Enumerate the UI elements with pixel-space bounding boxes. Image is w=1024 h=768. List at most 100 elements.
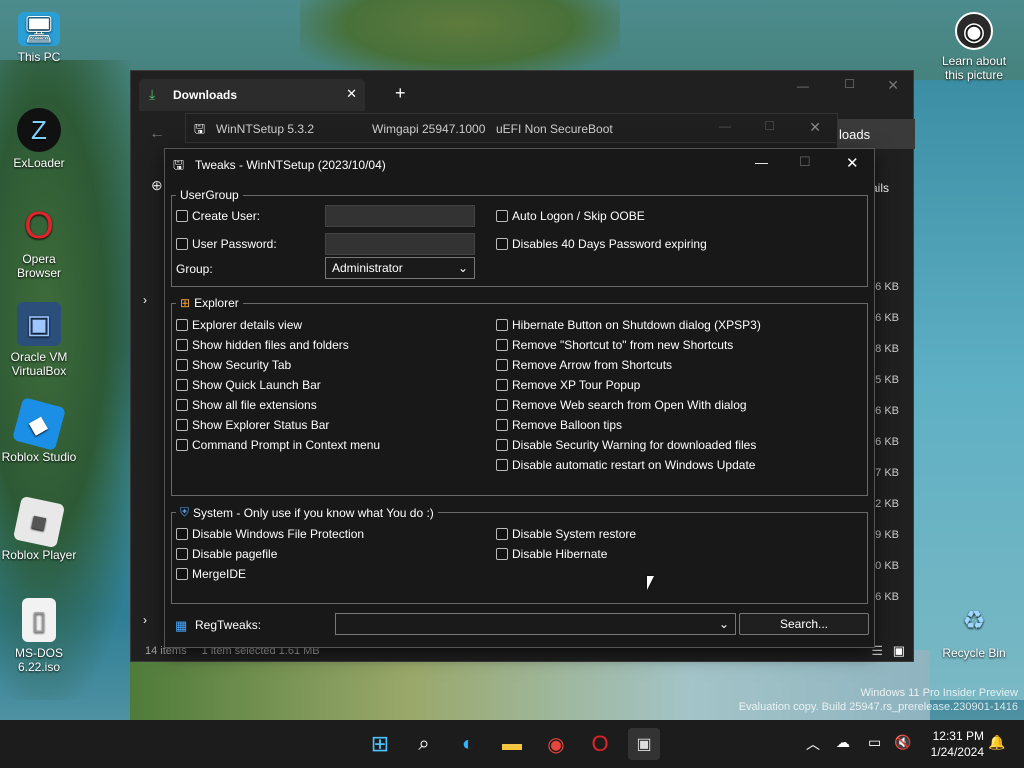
file-size: 9 KB — [875, 529, 899, 541]
group-label: Group: — [176, 262, 213, 276]
user-password-input[interactable] — [325, 233, 475, 255]
recycle-bin-icon: ♻ — [962, 605, 986, 635]
explorer-option[interactable]: Show Security Tab — [176, 358, 291, 372]
shield-icon: ⛨ — [180, 505, 190, 519]
monitor-icon: 🖥 — [18, 12, 60, 46]
minimize-icon[interactable]: — — [719, 119, 731, 133]
roblox-studio-icon: ◆ — [12, 397, 66, 451]
start-button[interactable]: ⊞ — [364, 728, 396, 760]
mouse-cursor-icon — [647, 576, 654, 590]
file-size: 5 KB — [875, 374, 899, 386]
disable-40days-checkbox[interactable]: Disables 40 Days Password expiring — [496, 237, 707, 251]
title-bar[interactable]: 🖫 Tweaks - WinNTSetup (2023/10/04) — ☐ ✕ — [165, 149, 874, 179]
explorer-option[interactable]: Remove Web search from Open With dialog — [496, 398, 747, 412]
registry-icon: ▦ — [175, 618, 188, 633]
create-user-checkbox[interactable]: Create User: — [176, 209, 260, 223]
file-size: 6 KB — [875, 405, 899, 417]
system-option[interactable]: Disable Hibernate — [496, 547, 607, 561]
regtweaks-select[interactable]: ⌄ — [335, 613, 736, 635]
desktop-icon-exloader[interactable]: Z ExLoader — [1, 108, 77, 170]
system-title: System - Only use if you know what You d… — [193, 505, 434, 520]
maximize-icon[interactable]: ☐ — [844, 77, 855, 91]
maximize-icon[interactable]: ☐ — [764, 119, 775, 133]
file-size: 6 KB — [875, 436, 899, 448]
system-option[interactable]: Disable System restore — [496, 527, 636, 541]
explorer-option[interactable]: Hibernate Button on Shutdown dialog (XPS… — [496, 318, 761, 332]
file-size: 2 KB — [875, 498, 899, 510]
clock[interactable]: 12:31 PM 1/24/2024 — [931, 728, 984, 760]
add-icon[interactable]: ⊕ — [151, 177, 163, 194]
file-explorer-icon[interactable]: ▬ — [496, 728, 528, 760]
explorer-option[interactable]: Remove XP Tour Popup — [496, 378, 640, 392]
taskbar: ⊞ ⌕ ◐ ▬ ◉ O ▣ ︿ ☁ ▭ 🔇 12:31 PM 1/24/2024… — [0, 720, 1024, 768]
file-size: 8 KB — [875, 343, 899, 355]
volume-muted-icon[interactable]: 🔇 — [894, 734, 911, 751]
explorer-option[interactable]: Show Quick Launch Bar — [176, 378, 321, 392]
edge-icon[interactable]: ◐ — [452, 728, 484, 760]
network-icon[interactable]: ▭ — [868, 734, 881, 751]
windows-watermark: Windows 11 Pro Insider Preview Evaluatio… — [738, 687, 1018, 713]
download-icon: ⤓ — [149, 86, 156, 102]
file-size: 6 KB — [875, 281, 899, 293]
tiles-view-icon[interactable]: ▣ — [893, 643, 905, 659]
explorer-option[interactable]: Disable Security Warning for downloaded … — [496, 438, 756, 452]
explorer-option[interactable]: Show Explorer Status Bar — [176, 418, 329, 432]
minimize-button[interactable]: — — [755, 155, 768, 170]
explorer-option[interactable]: Remove "Shortcut to" from new Shortcuts — [496, 338, 733, 352]
desktop-icon-opera[interactable]: O Opera Browser — [1, 204, 77, 280]
minimize-icon[interactable]: — — [797, 79, 809, 93]
maximize-button[interactable]: ☐ — [799, 154, 811, 170]
system-option[interactable]: Disable Windows File Protection — [176, 527, 364, 541]
group-select[interactable]: Administrator ⌄ — [325, 257, 475, 279]
explorer-option[interactable]: Show hidden files and folders — [176, 338, 349, 352]
winntsetup-window[interactable]: 🖫 WinNTSetup 5.3.2 Wimgapi 25947.1000 uE… — [185, 113, 838, 143]
chevron-up-icon[interactable]: ︿ — [806, 734, 820, 754]
expand-chevron-icon[interactable]: › — [143, 293, 147, 307]
notification-bell-icon[interactable]: 🔔 — [988, 734, 1005, 751]
explorer-option[interactable]: Remove Balloon tips — [496, 418, 622, 432]
close-button[interactable]: ✕ — [846, 154, 859, 172]
desktop-icon-this-pc[interactable]: 🖥 This PC — [1, 12, 77, 64]
explorer-option[interactable]: Explorer details view — [176, 318, 302, 332]
desktop-icon-recycle-bin[interactable]: ♻ Recycle Bin — [936, 598, 1012, 660]
close-tab-icon[interactable]: ✕ — [346, 86, 357, 102]
desktop-icon-roblox-player[interactable]: ■ Roblox Player — [1, 495, 77, 562]
regtweaks-label: RegTweaks: — [195, 618, 262, 632]
expand-chevron-icon-2[interactable]: › — [143, 613, 147, 627]
auto-logon-checkbox[interactable]: Auto Logon / Skip OOBE — [496, 209, 645, 223]
new-tab-button[interactable]: + — [395, 83, 406, 104]
usergroup-title: UserGroup — [176, 188, 243, 202]
camera-icon: ◉ — [955, 12, 993, 50]
system-option[interactable]: Disable pagefile — [176, 547, 277, 561]
user-password-checkbox[interactable]: User Password: — [176, 237, 277, 251]
file-size: 6 KB — [875, 591, 899, 603]
chrome-icon[interactable]: ◉ — [540, 728, 572, 760]
file-size: 0 KB — [875, 560, 899, 572]
opera-taskbar-icon[interactable]: O — [584, 728, 616, 760]
create-user-input[interactable] — [325, 205, 475, 227]
explorer-option[interactable]: Command Prompt in Context menu — [176, 438, 380, 452]
cloud-offline-icon[interactable]: ☁ — [836, 734, 850, 751]
search-icon[interactable]: ⌕ — [408, 728, 440, 760]
desktop-icon-msdos-iso[interactable]: ▯ MS-DOS 6.22.iso — [1, 598, 77, 674]
windows-flag-icon: ⊞ — [180, 296, 191, 310]
system-option[interactable]: MergeIDE — [176, 567, 246, 581]
desktop-icon-virtualbox[interactable]: ▣ Oracle VM VirtualBox — [1, 302, 77, 378]
exloader-icon: Z — [17, 108, 61, 152]
explorer-option[interactable]: Disable automatic restart on Windows Upd… — [496, 458, 755, 472]
back-arrow-icon[interactable]: ← — [149, 125, 165, 143]
winntsetup-taskbar-icon[interactable]: ▣ — [628, 728, 660, 760]
explorer-option[interactable]: Remove Arrow from Shortcuts — [496, 358, 672, 372]
desktop-icon-roblox-studio[interactable]: ◆ Roblox Studio — [1, 397, 77, 464]
close-icon[interactable]: ✕ — [887, 77, 899, 94]
search-button[interactable]: Search... — [739, 613, 869, 635]
file-size: 7 KB — [875, 467, 899, 479]
explorer-option[interactable]: Show all file extensions — [176, 398, 317, 412]
chevron-down-icon: ⌄ — [718, 617, 729, 631]
close-icon[interactable]: ✕ — [809, 119, 821, 136]
virtualbox-icon: ▣ — [17, 302, 61, 346]
tweaks-dialog[interactable]: 🖫 Tweaks - WinNTSetup (2023/10/04) — ☐ ✕… — [164, 148, 875, 648]
desktop-icon-learn-picture[interactable]: ◉ Learn about this picture — [936, 12, 1012, 82]
tab-downloads[interactable]: ⤓ Downloads ✕ — [139, 79, 365, 111]
wallpaper-cliff-top — [300, 0, 620, 80]
